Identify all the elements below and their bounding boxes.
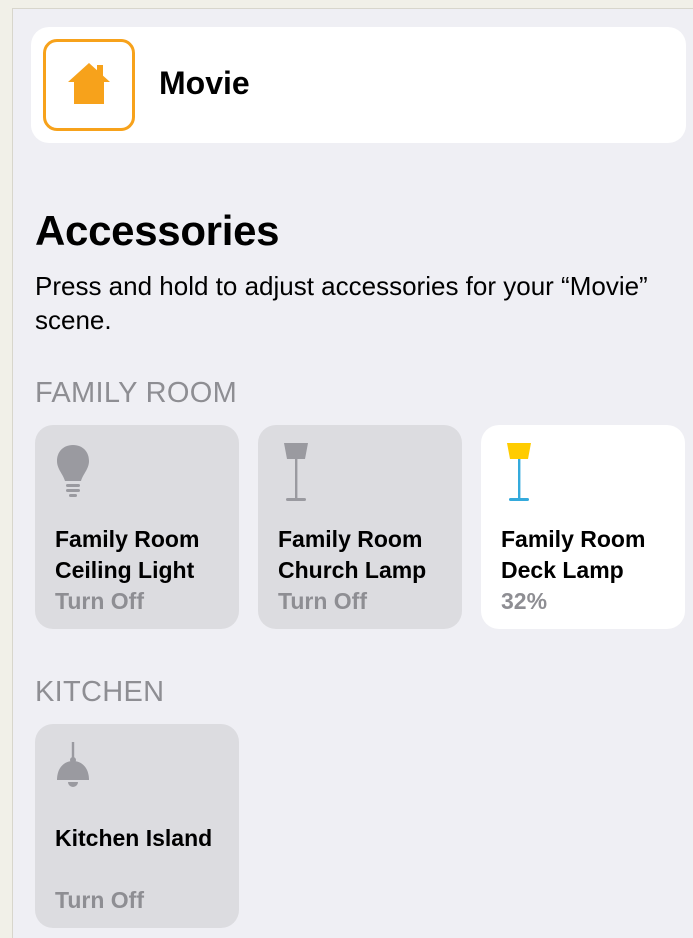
house-icon (68, 63, 110, 104)
section-title: Accessories (35, 207, 280, 254)
accessory-status: Turn Off (55, 887, 144, 913)
scene-icon-button[interactable] (43, 39, 135, 131)
floor-lamp-icon (507, 443, 531, 501)
accessory-status: 32% (501, 588, 548, 614)
accessory-name: Kitchen Island (55, 825, 213, 851)
light-bulb-icon (57, 445, 89, 497)
accessory-tile-deck-lamp[interactable]: Family Room Deck Lamp 32% (481, 425, 685, 629)
group-label-family-room: FAMILY ROOM (35, 377, 238, 409)
accessory-status: Turn Off (278, 588, 367, 614)
accessory-name: Family Room Ceiling Light (55, 526, 200, 583)
pendant-lamp-icon (57, 742, 89, 787)
app-frame: Movie Accessories Press and hold to adju… (12, 8, 693, 938)
scene-name[interactable]: Movie (159, 65, 250, 102)
accessory-status: Turn Off (55, 588, 144, 614)
floor-lamp-icon (284, 443, 308, 501)
section-description: Press and hold to adjust accessories for… (35, 271, 648, 335)
group-label-kitchen: KITCHEN (35, 676, 165, 708)
accessory-tile-ceiling-light[interactable]: Family Room Ceiling Light Turn Off (35, 425, 239, 629)
accessory-tile-church-lamp[interactable]: Family Room Church Lamp Turn Off (258, 425, 462, 629)
scene-card[interactable]: Movie (31, 27, 686, 143)
accessory-name: Family Room Church Lamp (278, 526, 427, 583)
accessory-tile-kitchen-island[interactable]: Kitchen Island Turn Off (35, 724, 239, 928)
accessory-name: Family Room Deck Lamp (501, 526, 646, 583)
